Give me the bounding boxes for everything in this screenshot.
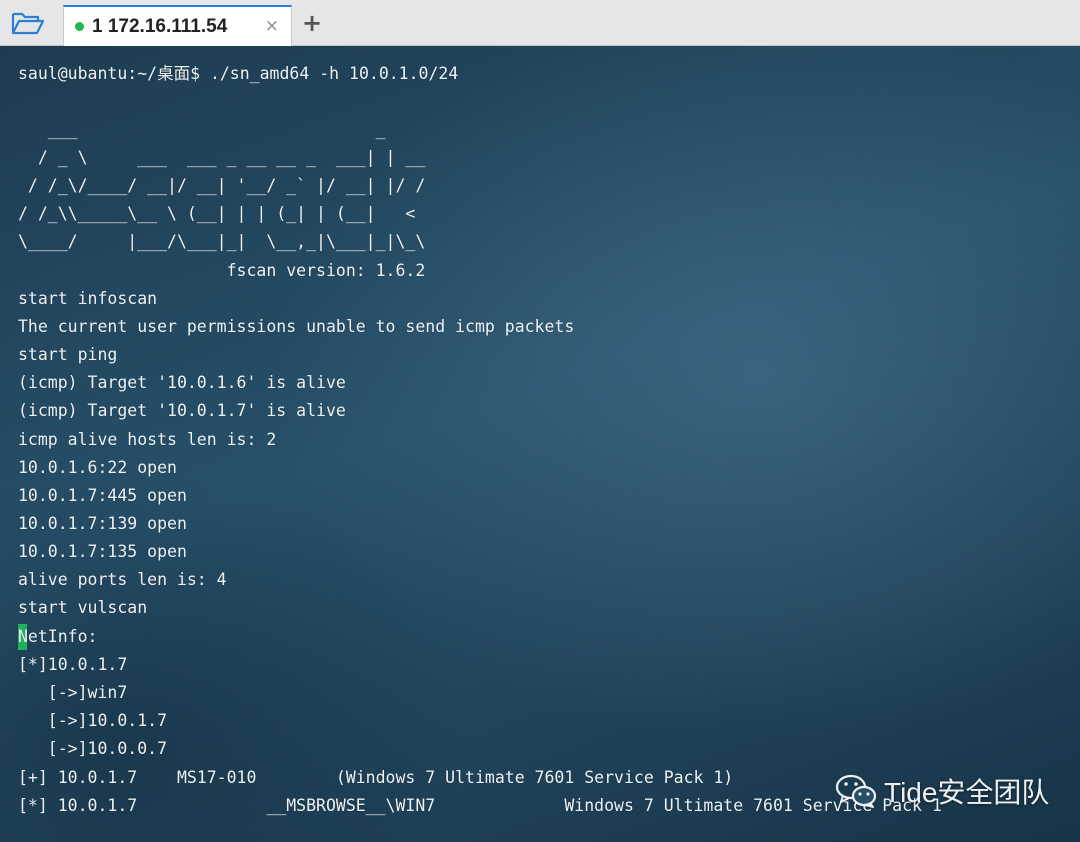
close-icon[interactable]: × [265, 16, 279, 36]
terminal-line: saul@ubantu:~/桌面$ ./sn_amd64 -h 10.0.1.0… [18, 64, 459, 83]
terminal-line: [*] 10.0.1.7 __MSBROWSE__\WIN7 Windows 7… [18, 796, 942, 815]
terminal-line: / /_\\_____\__ \ (__| | | (_| | (__| < [18, 204, 416, 223]
terminal-line: 10.0.1.7:139 open [18, 514, 187, 533]
folder-open-icon [11, 12, 45, 35]
terminal-line: start infoscan [18, 289, 158, 308]
add-tab-button[interactable]: + [299, 9, 325, 37]
terminal-line: [->]win7 [18, 683, 128, 702]
watermark: Tide安全团队 [834, 771, 1049, 811]
terminal-line: 10.0.1.7:135 open [18, 542, 187, 561]
terminal-line: [->]10.0.0.7 [18, 739, 168, 758]
terminal-line: The current user permissions unable to s… [18, 317, 575, 336]
session-tab-label: 1 172.16.111.54 [92, 15, 228, 37]
open-session-button[interactable] [10, 9, 46, 37]
terminal-line: [*]10.0.1.7 [18, 655, 128, 674]
terminal-line: start vulscan [18, 598, 148, 617]
terminal-line: / _ \ ___ ___ _ __ __ _ ___| | __ [18, 148, 426, 167]
terminal-line: (icmp) Target '10.0.1.7' is alive [18, 401, 346, 420]
terminal-line: alive ports len is: 4 [18, 570, 227, 589]
tab-bar: 1 172.16.111.54 × + [0, 0, 1080, 46]
terminal-line: fscan version: 1.6.2 [18, 261, 426, 280]
terminal-line: start ping [18, 345, 118, 364]
terminal-output[interactable]: saul@ubantu:~/桌面$ ./sn_amd64 -h 10.0.1.0… [0, 46, 1080, 842]
terminal-line: 10.0.1.6:22 open [18, 458, 177, 477]
terminal-line: ___ _ [18, 120, 386, 139]
connection-status-dot [75, 22, 84, 31]
terminal-line: / /_\/____/ __|/ __| '__/ _` |/ __| |/ / [18, 176, 426, 195]
terminal-app-window: 1 172.16.111.54 × + saul@ubantu:~/桌面$ ./… [0, 0, 1080, 842]
terminal-line: icmp alive hosts len is: 2 [18, 430, 277, 449]
terminal-line: \____/ |___/\___|_| \__,_|\___|_|\_\ [18, 232, 426, 251]
terminal-line: NetInfo: [18, 627, 98, 646]
session-tab[interactable]: 1 172.16.111.54 × [63, 5, 292, 46]
terminal-line: 10.0.1.7:445 open [18, 486, 187, 505]
terminal-line: [+] 10.0.1.7 MS17-010 (Windows 7 Ultimat… [18, 768, 734, 787]
watermark-text: Tide安全团队 [884, 777, 1050, 808]
terminal-line: [->]10.0.1.7 [18, 711, 168, 730]
terminal-line: (icmp) Target '10.0.1.6' is alive [18, 373, 346, 392]
wechat-icon [835, 774, 877, 808]
